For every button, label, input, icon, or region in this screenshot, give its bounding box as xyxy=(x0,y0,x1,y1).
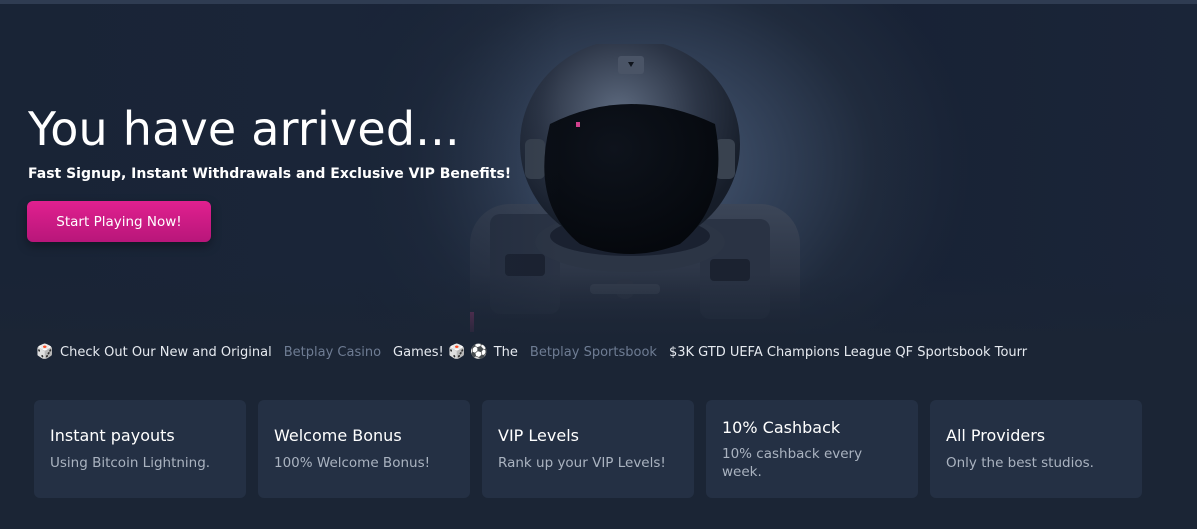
dice-icon: 🎲 xyxy=(448,344,466,360)
feature-card-vip-levels: VIP Levels Rank up your VIP Levels! xyxy=(482,400,694,498)
feature-description: Only the best studios. xyxy=(946,455,1094,471)
dice-icon: 🎲 xyxy=(36,344,54,360)
hero-title: You have arrived... xyxy=(28,102,460,156)
feature-card-instant-payouts: Instant payouts Using Bitcoin Lightning. xyxy=(34,400,246,498)
ticker-text: Check Out Our New and Original xyxy=(60,344,272,360)
betplay-casino-link[interactable]: Betplay Casino xyxy=(284,345,381,360)
feature-card-all-providers: All Providers Only the best studios. xyxy=(930,400,1142,498)
feature-title: All Providers xyxy=(946,426,1046,445)
betplay-sportsbook-link[interactable]: Betplay Sportsbook xyxy=(530,345,657,360)
hero-subtitle: Fast Signup, Instant Withdrawals and Exc… xyxy=(28,166,512,182)
announcement-ticker: 🎲 Check Out Our New and Original Betplay… xyxy=(36,342,1148,362)
ticker-text: Games! xyxy=(393,344,444,360)
soccer-ball-icon: ⚽ xyxy=(470,344,488,360)
feature-title: VIP Levels xyxy=(498,426,579,445)
feature-description: Rank up your VIP Levels! xyxy=(498,455,666,471)
hero-gradient-bottom xyxy=(0,274,1197,334)
start-playing-button[interactable]: Start Playing Now! xyxy=(27,201,211,242)
feature-card-welcome-bonus: Welcome Bonus 100% Welcome Bonus! xyxy=(258,400,470,498)
feature-description: 100% Welcome Bonus! xyxy=(274,455,431,471)
feature-card-cashback: 10% Cashback 10% cashback every week. xyxy=(706,400,918,498)
ticker-text: $3K GTD UEFA Champions League QF Sportsb… xyxy=(668,344,1028,360)
feature-title: Instant payouts xyxy=(50,426,175,445)
feature-description: 10% cashback every week. xyxy=(722,445,863,480)
feature-title: Welcome Bonus xyxy=(274,426,402,445)
feature-cards: Instant payouts Using Bitcoin Lightning.… xyxy=(34,400,1146,498)
feature-title: 10% Cashback xyxy=(722,417,841,437)
ticker-text: The xyxy=(493,344,518,360)
feature-description: Using Bitcoin Lightning. xyxy=(50,455,211,471)
